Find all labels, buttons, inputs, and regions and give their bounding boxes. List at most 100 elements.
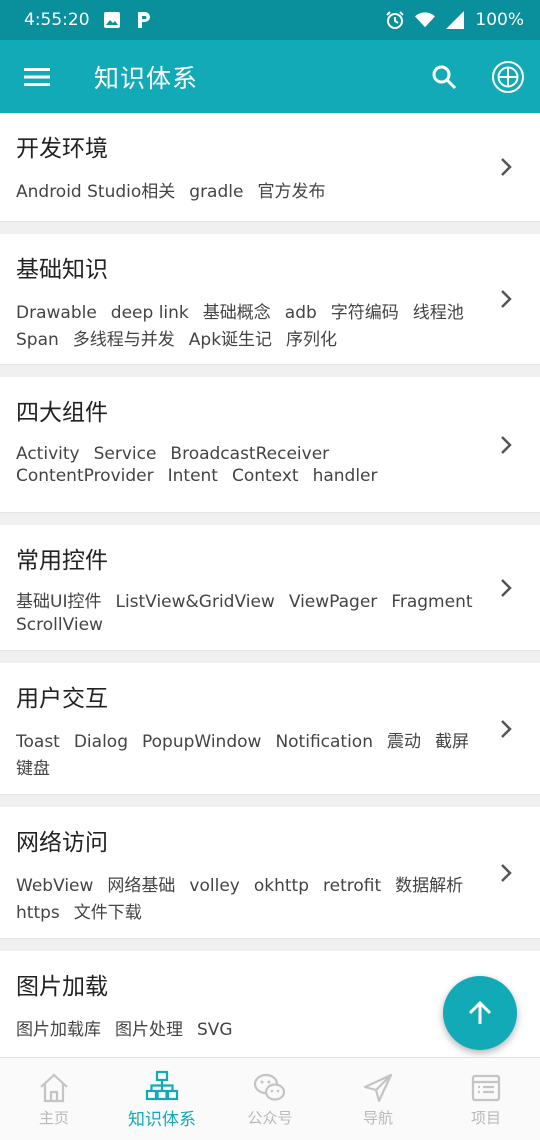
bottom-navigation: 主页 知识体系 公众号 导航 项目 [0, 1057, 540, 1140]
tag[interactable]: 多线程与并发 [73, 327, 175, 354]
nav-label: 导航 [362, 1108, 393, 1127]
globe-icon [492, 60, 524, 93]
tag[interactable]: 序列化 [286, 327, 337, 354]
category-card-user-interaction[interactable]: 用户交互 Toast Dialog PopupWindow Notificati… [0, 663, 540, 795]
tag[interactable]: 截屏 [435, 729, 469, 756]
tag-list: Drawable deep link 基础概念 adb 字符编码 线程池 Spa… [16, 300, 480, 354]
wifi-icon [415, 10, 436, 30]
tag[interactable]: Apk诞生记 [189, 327, 272, 354]
chevron-right-icon [501, 290, 512, 308]
tag[interactable]: 数据解析 [395, 873, 463, 900]
tag-list: Android Studio相关 gradle 官方发布 [16, 179, 480, 206]
tag[interactable]: Dialog [74, 729, 128, 756]
tag[interactable]: 震动 [387, 729, 421, 756]
category-card-network-access[interactable]: 网络访问 WebView 网络基础 volley okhttp retrofit… [0, 807, 540, 939]
chevron-right-icon [501, 578, 512, 597]
tag-list: WebView 网络基础 volley okhttp retrofit 数据解析… [16, 873, 480, 927]
tag[interactable]: Toast [16, 729, 60, 756]
tag[interactable]: Span [16, 327, 59, 354]
tag[interactable]: volley [189, 873, 239, 900]
tag[interactable]: 基础UI控件 [16, 591, 101, 614]
category-title: 开发环境 [16, 136, 108, 162]
tag-list: 基础UI控件 ListView&GridView ViewPager Fragm… [16, 591, 480, 637]
tag[interactable]: retrofit [323, 873, 381, 900]
wechat-icon [253, 1073, 286, 1101]
category-title: 用户交互 [16, 686, 108, 712]
tag[interactable]: ScrollView [16, 614, 103, 637]
tag[interactable]: Context [232, 465, 299, 487]
web-browser-button[interactable] [476, 40, 540, 113]
tag[interactable]: SVG [197, 1017, 233, 1044]
scroll-to-top-button[interactable] [443, 976, 517, 1050]
nav-label: 项目 [470, 1108, 501, 1127]
app-toolbar: 知识体系 [0, 40, 540, 113]
nav-item-home[interactable]: 主页 [0, 1058, 108, 1140]
chevron-right-icon [501, 863, 512, 882]
nav-label: 知识体系 [128, 1109, 196, 1130]
tag[interactable]: WebView [16, 873, 93, 900]
tag[interactable]: okhttp [254, 873, 309, 900]
search-button[interactable] [412, 40, 476, 113]
category-title: 基础知识 [16, 257, 108, 283]
tag[interactable]: ViewPager [289, 591, 378, 614]
tag[interactable]: 图片处理 [115, 1017, 183, 1044]
tag[interactable]: 图片加载库 [16, 1017, 101, 1044]
nav-item-official-accounts[interactable]: 公众号 [216, 1058, 324, 1140]
tag[interactable]: deep link [111, 300, 189, 327]
nav-item-projects[interactable]: 项目 [432, 1058, 540, 1140]
signal-icon [445, 10, 465, 30]
tag[interactable]: 键盘 [16, 756, 50, 783]
home-icon [40, 1073, 68, 1102]
tag[interactable]: ListView&GridView [115, 591, 274, 614]
project-icon [471, 1074, 501, 1101]
battery-level: 100% [475, 10, 524, 30]
status-bar: 4:55:20 100% [0, 0, 540, 40]
tag[interactable]: https [16, 900, 60, 927]
nav-label: 公众号 [247, 1108, 293, 1127]
tag[interactable]: 基础概念 [203, 300, 271, 327]
tag[interactable]: Intent [168, 465, 218, 487]
tag[interactable]: gradle [189, 179, 243, 206]
tag[interactable]: BroadcastReceiver [170, 443, 329, 465]
category-title: 图片加载 [16, 974, 108, 1000]
category-title: 网络访问 [16, 830, 108, 856]
chevron-right-icon [501, 719, 512, 738]
tag[interactable]: Activity [16, 443, 80, 465]
tag[interactable]: 线程池 [413, 300, 464, 327]
search-icon [432, 65, 457, 89]
tag[interactable]: 文件下载 [74, 900, 142, 927]
category-list: 开发环境 Android Studio相关 gradle 官方发布 基础知识 D… [0, 113, 540, 1057]
navigation-icon [363, 1073, 393, 1102]
tag[interactable]: PopupWindow [142, 729, 261, 756]
tag[interactable]: handler [313, 465, 378, 487]
category-card-common-controls[interactable]: 常用控件 基础UI控件 ListView&GridView ViewPager … [0, 525, 540, 651]
tag[interactable]: Fragment [391, 591, 472, 614]
category-card-dev-environment[interactable]: 开发环境 Android Studio相关 gradle 官方发布 [0, 113, 540, 222]
nav-item-knowledge-system[interactable]: 知识体系 [108, 1058, 216, 1140]
tag[interactable]: adb [285, 300, 317, 327]
tag[interactable]: 网络基础 [107, 873, 175, 900]
hamburger-menu-icon [24, 67, 50, 86]
hierarchy-icon [145, 1070, 179, 1100]
category-card-basics[interactable]: 基础知识 Drawable deep link 基础概念 adb 字符编码 线程… [0, 234, 540, 365]
category-card-four-components[interactable]: 四大组件 Activity Service BroadcastReceiver … [0, 377, 540, 513]
tag[interactable]: 官方发布 [257, 179, 325, 206]
tag[interactable]: Service [94, 443, 157, 465]
nav-label: 主页 [38, 1108, 69, 1127]
tag[interactable]: Notification [275, 729, 373, 756]
category-title: 常用控件 [16, 548, 108, 574]
nav-item-navigation[interactable]: 导航 [324, 1058, 432, 1140]
tag[interactable]: Drawable [16, 300, 97, 327]
tag[interactable]: Android Studio相关 [16, 179, 175, 206]
chevron-right-icon [501, 435, 512, 454]
chevron-right-icon [501, 158, 512, 176]
page-title: 知识体系 [94, 63, 199, 93]
menu-button[interactable] [0, 40, 74, 113]
arrow-up-icon [468, 1000, 492, 1024]
tag[interactable]: ContentProvider [16, 465, 154, 487]
tag-list: Toast Dialog PopupWindow Notification 震动… [16, 729, 480, 783]
tag[interactable]: 字符编码 [331, 300, 399, 327]
status-time: 4:55:20 [24, 10, 90, 30]
category-title: 四大组件 [16, 400, 108, 426]
parking-app-notification-icon [134, 10, 154, 30]
